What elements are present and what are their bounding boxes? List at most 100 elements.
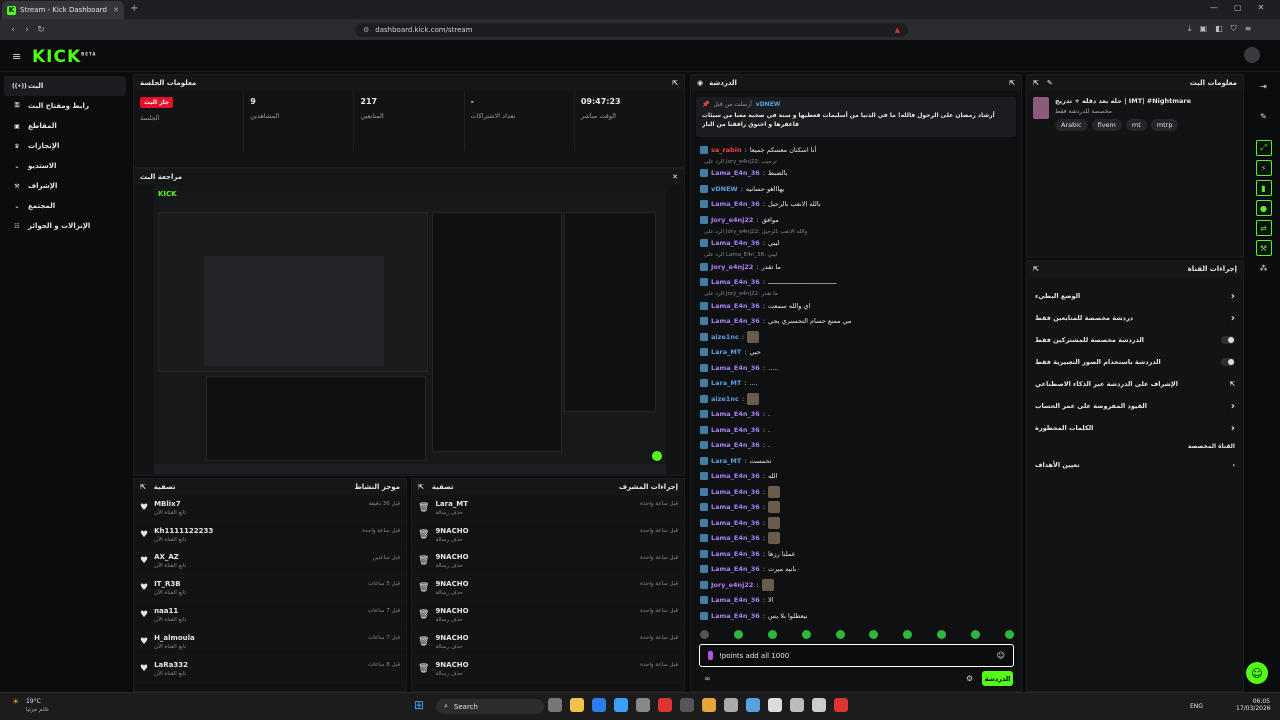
chat-message[interactable]: aize1nc: [690, 391, 1020, 407]
brave-icon[interactable] [702, 698, 716, 712]
chat-username[interactable]: sa_rabin [711, 146, 742, 154]
chat-username[interactable]: Lama_E4n_36 [711, 534, 760, 542]
stream-tag[interactable]: fivem [1091, 119, 1122, 131]
chat-username[interactable]: Jory_e4nj22 [711, 581, 753, 589]
minimize-icon[interactable]: — [1210, 3, 1218, 12]
emote-quick-icon[interactable] [937, 629, 947, 639]
file-explorer-icon[interactable] [570, 698, 584, 712]
new-tab-button[interactable]: + [130, 3, 138, 14]
chat-settings-icon[interactable]: ⚙ [966, 674, 973, 683]
chat-message[interactable]: Lama_E4n_36: ليبي [690, 236, 1020, 252]
task-view-icon[interactable] [724, 698, 738, 712]
stream-tag[interactable]: mt [1125, 119, 1147, 131]
channel-action-row[interactable]: الكلمات المحظورة › [1027, 417, 1243, 439]
list-item[interactable]: 🗑 9NACHO حذف رسالة قبل ساعة واحدة [412, 522, 684, 549]
channel-action-row[interactable]: الإشراف على الدردشة عبر الذكاء الاصطناعي… [1027, 373, 1243, 395]
download-icon[interactable]: ⤓ [1188, 24, 1192, 34]
channel-action-row[interactable]: القيود المفروضة على عمر الحساب › [1027, 395, 1243, 417]
chat-username[interactable]: Lama_E4n_36 [711, 200, 760, 208]
popout-icon[interactable]: ⇱ [672, 79, 678, 87]
chat-message[interactable]: Lama_E4n_36:. [690, 422, 1020, 438]
chat-message[interactable]: Lama_E4n_36:. [690, 438, 1020, 454]
address-bar[interactable]: ⚙ dashboard.kick.com/stream ▲ [355, 23, 908, 37]
obs-icon[interactable] [768, 698, 782, 712]
chat-username[interactable]: Lama_E4n_36 [711, 612, 760, 620]
popout-icon[interactable]: ⇱ [1033, 265, 1039, 273]
sidebar-item-key[interactable]: ⚿ رابط ومفتاح البث [0, 96, 130, 116]
chat-message[interactable]: Lama_E4n_36: بالله الانعب بالرحيل [690, 197, 1020, 213]
chat-username[interactable]: Lama_E4n_36 [711, 169, 760, 177]
sidebar-item-live[interactable]: ((•)) البث [4, 76, 126, 96]
chat-username[interactable]: Lara_MT [711, 457, 741, 465]
chat-message[interactable]: Lama_E4n_36: مي ممنع حسام التحسنري يجي [690, 314, 1020, 330]
chat-username[interactable]: Lama_E4n_36 [711, 278, 760, 286]
chat-username[interactable]: Lama_E4n_36 [711, 565, 760, 573]
chat-message[interactable]: Lama_E4n_36:. [690, 407, 1020, 423]
back-icon[interactable]: ‹ [6, 25, 20, 35]
extension-icon[interactable]: ▲ [895, 26, 900, 34]
kick-logo[interactable]: KICKBETA [32, 47, 96, 67]
chat-username[interactable]: aize1nc [711, 333, 739, 341]
list-item[interactable]: 🗑 Lara_MT حذف رسالة قبل ساعة واحدة [412, 495, 684, 522]
exit-icon[interactable]: ⇥ [1256, 78, 1272, 94]
emote-quick-icon[interactable] [869, 629, 879, 639]
emoji-icon[interactable]: ☺ [997, 651, 1005, 660]
list-item[interactable]: ♥ IT_R3B تابع القناة الآن قبل 5 ساعات [134, 575, 406, 603]
chat-message[interactable]: Lama_E4n_36:..... [690, 360, 1020, 376]
chat-message[interactable]: Lama_E4n_36: [690, 500, 1020, 516]
chat-username[interactable]: Lama_E4n_36 [711, 239, 760, 247]
sidebar-item-drops[interactable]: ☷ الإنزالات و الجوائز [0, 216, 130, 236]
chat-message[interactable]: Lama_E4n_36: بانيه ميرت [690, 562, 1020, 578]
list-item[interactable]: ♥ H_almoula تابع القناة الآن قبل 7 ساعات [134, 629, 406, 656]
popout-icon[interactable]: ⇱ [140, 483, 146, 491]
list-item[interactable]: 🗑 9NACHO حذف رسالة قبل ساعة واحدة [412, 575, 684, 603]
chrome-icon[interactable] [834, 698, 848, 712]
sidebar-item-community[interactable]: ⌄ المجتمع [0, 196, 130, 216]
chat-tools-icon[interactable]: ∞ [704, 674, 711, 683]
wrench-icon[interactable]: ⚒ [1255, 240, 1272, 256]
chat-message[interactable]: Lara_MT: حبي [690, 345, 1020, 361]
chat-message[interactable]: aize1nc: [690, 329, 1020, 345]
sidebar-icon[interactable]: ▣ [1200, 24, 1208, 34]
chat-bubble-icon[interactable]: ● [1255, 200, 1272, 216]
chat-username[interactable]: aize1nc [711, 395, 739, 403]
chat-username[interactable]: Lama_E4n_36 [711, 596, 760, 604]
chat-username[interactable]: Lama_E4n_36 [711, 441, 760, 449]
chat-message[interactable]: Lama_E4n_36: الله [690, 469, 1020, 485]
lightning-icon[interactable]: ⚡ [1255, 160, 1272, 176]
list-item[interactable]: ♥ Kh1111122233 تابع القناة الآن قبل ساعة وا… [134, 522, 406, 549]
taskbar-search[interactable]: ⌕ Search [436, 699, 544, 714]
chat-message[interactable]: Lama_E4n_36: [690, 484, 1020, 500]
shield-icon[interactable]: ⛉ [1231, 24, 1237, 34]
popout-icon[interactable]: ⇱ [1009, 79, 1015, 87]
chat-username[interactable]: Jory_e4nj22 [711, 216, 753, 224]
emote-quick-icon[interactable] [801, 629, 811, 639]
popout-icon[interactable]: ⇱ [1033, 79, 1039, 87]
store-icon[interactable] [614, 698, 628, 712]
chat-message[interactable]: Lara_MT:.... [690, 376, 1020, 392]
chat-message[interactable]: Lama_E4n_36: بالضبط [690, 166, 1020, 182]
chat-username[interactable]: Lama_E4n_36 [711, 472, 760, 480]
expand-icon[interactable]: ⤢ [1255, 140, 1272, 156]
close-icon[interactable]: ✕ [672, 173, 678, 181]
stream-tag[interactable]: Arabic [1055, 119, 1088, 131]
list-item[interactable]: 🗑 9NACHO حذف رسالة قبل ساعة واحدة [412, 549, 684, 576]
forward-icon[interactable]: › [20, 25, 34, 35]
sidebar-item-achievements[interactable]: ♛ الإنجازات [0, 136, 130, 156]
mail-icon[interactable] [746, 698, 760, 712]
edit-icon[interactable]: ✎ [1256, 108, 1272, 124]
emote-quick-icon[interactable] [767, 629, 777, 639]
wallet-icon[interactable]: ◧ [1215, 24, 1223, 34]
list-item[interactable]: ♥ AX_AZ تابع القناة الآن قبل ساعتين [134, 549, 406, 576]
support-chat-icon[interactable]: ☺ [1246, 662, 1268, 684]
send-chat-button[interactable]: الدردشة [982, 671, 1013, 686]
sidebar-item-moderation[interactable]: ⚒ الإشراف [0, 176, 130, 196]
menu-icon[interactable]: ≡ [1245, 24, 1252, 34]
toggle-switch[interactable] [1221, 336, 1235, 344]
chat-message[interactable]: Jory_e4nj22: ما تقدر [690, 259, 1020, 275]
terminal-icon[interactable] [636, 698, 650, 712]
maximize-icon[interactable]: ▢ [1234, 3, 1242, 12]
stream-preview-video[interactable]: KICK [154, 186, 666, 474]
language-indicator[interactable]: ENG [1190, 703, 1203, 710]
sidebar-item-clips[interactable]: ▣ المقاطع [0, 116, 130, 136]
